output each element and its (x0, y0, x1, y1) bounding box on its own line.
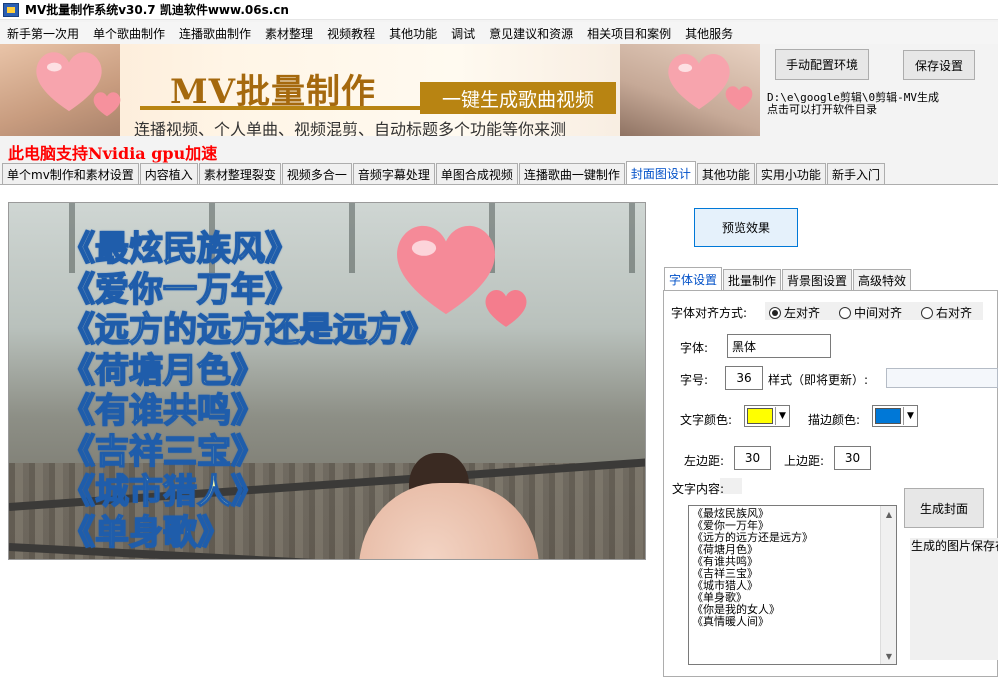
left-margin-label: 左边距: (684, 454, 725, 468)
menu-material[interactable]: 素材整理 (258, 25, 320, 42)
heart-icon (724, 84, 754, 112)
tab-cover-design[interactable]: 封面图设计 (625, 161, 696, 184)
style-input[interactable] (886, 368, 998, 388)
menu-projects[interactable]: 相关项目和案例 (580, 25, 678, 42)
tab-content-embed[interactable]: 内容植入 (139, 163, 198, 184)
cover-line: 《吉祥三宝》 (60, 431, 266, 472)
menu-bar: 新手第一次用 单个歌曲制作 连播歌曲制作 素材整理 视频教程 其他功能 调试 意… (0, 22, 998, 44)
style-label: 样式（即将更新）: (768, 373, 869, 387)
cover-line: 《城市猎人》 (60, 471, 266, 512)
main-tabs: 单个mv制作和素材设置 内容植入 素材整理裂变 视频多合一 音频字幕处理 单图合… (2, 161, 886, 184)
textarea-scrollbar[interactable]: ▲ ▼ (880, 506, 896, 664)
app-icon (3, 2, 19, 17)
stroke-color-swatch (875, 408, 901, 424)
font-input[interactable]: 黑体 (727, 334, 831, 358)
menu-other-functions[interactable]: 其他功能 (382, 25, 444, 42)
save-settings-button[interactable]: 保存设置 (903, 50, 975, 80)
dropdown-arrow-icon: ▼ (775, 407, 789, 425)
menu-services[interactable]: 其他服务 (678, 25, 740, 42)
heart-icon (92, 90, 122, 118)
window-title: MV批量制作系统v30.7 凯迪软件www.06s.cn (25, 3, 289, 17)
preview-effect-button[interactable]: 预览效果 (694, 208, 798, 247)
config-env-button[interactable]: 手动配置环境 (775, 49, 869, 80)
font-label: 字体: (680, 341, 709, 355)
left-margin-input[interactable]: 30 (734, 446, 771, 470)
align-label: 字体对齐方式: (671, 306, 748, 320)
list-item: 《真情暖人间》 (692, 615, 769, 628)
menu-newbie[interactable]: 新手第一次用 (0, 25, 86, 42)
stroke-color-picker[interactable]: ▼ (872, 405, 918, 427)
menu-feedback[interactable]: 意见建议和资源 (482, 25, 580, 42)
cover-line: 《有谁共鸣》 (60, 390, 266, 431)
size-input[interactable]: 36 (725, 366, 763, 390)
content-textarea[interactable]: 《最炫民族风》 《爱你一万年》 《远方的远方还是远方》 《荷塘月色》 《有谁共鸣… (688, 505, 897, 665)
cover-line: 《远方的远方还是远方》 (60, 309, 436, 350)
top-margin-label: 上边距: (784, 454, 825, 468)
cover-line: 《最炫民族风》 (60, 228, 300, 269)
cover-line: 《单身歌》 (60, 512, 232, 553)
generate-cover-button[interactable]: 生成封面 (904, 488, 984, 528)
gpu-notice: 此电脑支持Nvidia gpu加速 (8, 144, 218, 163)
scroll-up-arrow-icon[interactable]: ▲ (881, 506, 896, 522)
align-right-radio[interactable]: 右对齐 (921, 304, 972, 321)
cover-line: 《荷塘月色》 (60, 350, 266, 391)
tab-batch-make[interactable]: 批量制作 (723, 269, 782, 290)
content-label: 文字内容: (672, 482, 725, 496)
title-bar: MV批量制作系统v30.7 凯迪软件www.06s.cn (0, 0, 998, 20)
tab-playlist-oneclick[interactable]: 连播歌曲一键制作 (518, 163, 625, 184)
align-center-radio[interactable]: 中间对齐 (839, 304, 902, 321)
software-path-link[interactable]: D:\e\google剪辑\0剪辑-MV生成 点击可以打开软件目录 (767, 92, 939, 116)
cover-line: 《爱你一万年》 (60, 269, 300, 310)
banner-slogan: 一键生成歌曲视频 (420, 82, 616, 114)
dropdown-arrow-icon: ▼ (903, 407, 917, 425)
size-label: 字号: (680, 373, 709, 387)
top-margin-input[interactable]: 30 (834, 446, 871, 470)
cover-preview: 《最炫民族风》 《爱你一万年》 《远方的远方还是远方》 《荷塘月色》 《有谁共鸣… (8, 202, 646, 560)
align-left-radio[interactable]: 左对齐 (769, 304, 820, 321)
tab-background-settings[interactable]: 背景图设置 (782, 269, 853, 290)
tab-font-settings[interactable]: 字体设置 (664, 267, 723, 290)
heart-icon (483, 287, 529, 329)
text-color-swatch (747, 408, 773, 424)
scroll-down-arrow-icon[interactable]: ▼ (881, 648, 896, 664)
tab-image-to-video[interactable]: 单图合成视频 (435, 163, 518, 184)
tab-video-merge[interactable]: 视频多合一 (281, 163, 352, 184)
stroke-color-label: 描边颜色: (808, 413, 861, 427)
tab-single-mv[interactable]: 单个mv制作和素材设置 (2, 163, 139, 184)
result-info: 生成的图片保存在目录 (910, 538, 998, 660)
menu-playlist[interactable]: 连播歌曲制作 (172, 25, 258, 42)
result-text: 生成的图片保存在目录 (911, 539, 998, 553)
tab-getting-started[interactable]: 新手入门 (826, 163, 885, 184)
tab-advanced-effects[interactable]: 高级特效 (853, 269, 912, 290)
banner-subtitle: 连播视频、个人单曲、视频混剪、自动标题多个功能等你来测 (134, 120, 567, 136)
text-color-label: 文字颜色: (680, 413, 733, 427)
menu-single-song[interactable]: 单个歌曲制作 (86, 25, 172, 42)
menu-debug[interactable]: 调试 (444, 25, 482, 42)
banner-ad[interactable]: MV批量制作 一键生成歌曲视频 连播视频、个人单曲、视频混剪、自动标题多个功能等… (0, 44, 760, 136)
tab-other-functions[interactable]: 其他功能 (696, 163, 755, 184)
software-path-hint: 点击可以打开软件目录 (767, 103, 877, 116)
cover-title-list: 《最炫民族风》 《爱你一万年》 《远方的远方还是远方》 《荷塘月色》 《有谁共鸣… (60, 228, 436, 553)
content-lines: 《最炫民族风》 《爱你一万年》 《远方的远方还是远方》 《荷塘月色》 《有谁共鸣… (692, 508, 813, 628)
tab-material-split[interactable]: 素材整理裂变 (198, 163, 281, 184)
settings-tabs: 字体设置 批量制作 背景图设置 高级特效 (664, 267, 912, 290)
menu-tutorial[interactable]: 视频教程 (320, 25, 382, 42)
tab-audio-subtitle[interactable]: 音频字幕处理 (352, 163, 435, 184)
tab-utilities[interactable]: 实用小功能 (755, 163, 826, 184)
text-color-picker[interactable]: ▼ (744, 405, 790, 427)
